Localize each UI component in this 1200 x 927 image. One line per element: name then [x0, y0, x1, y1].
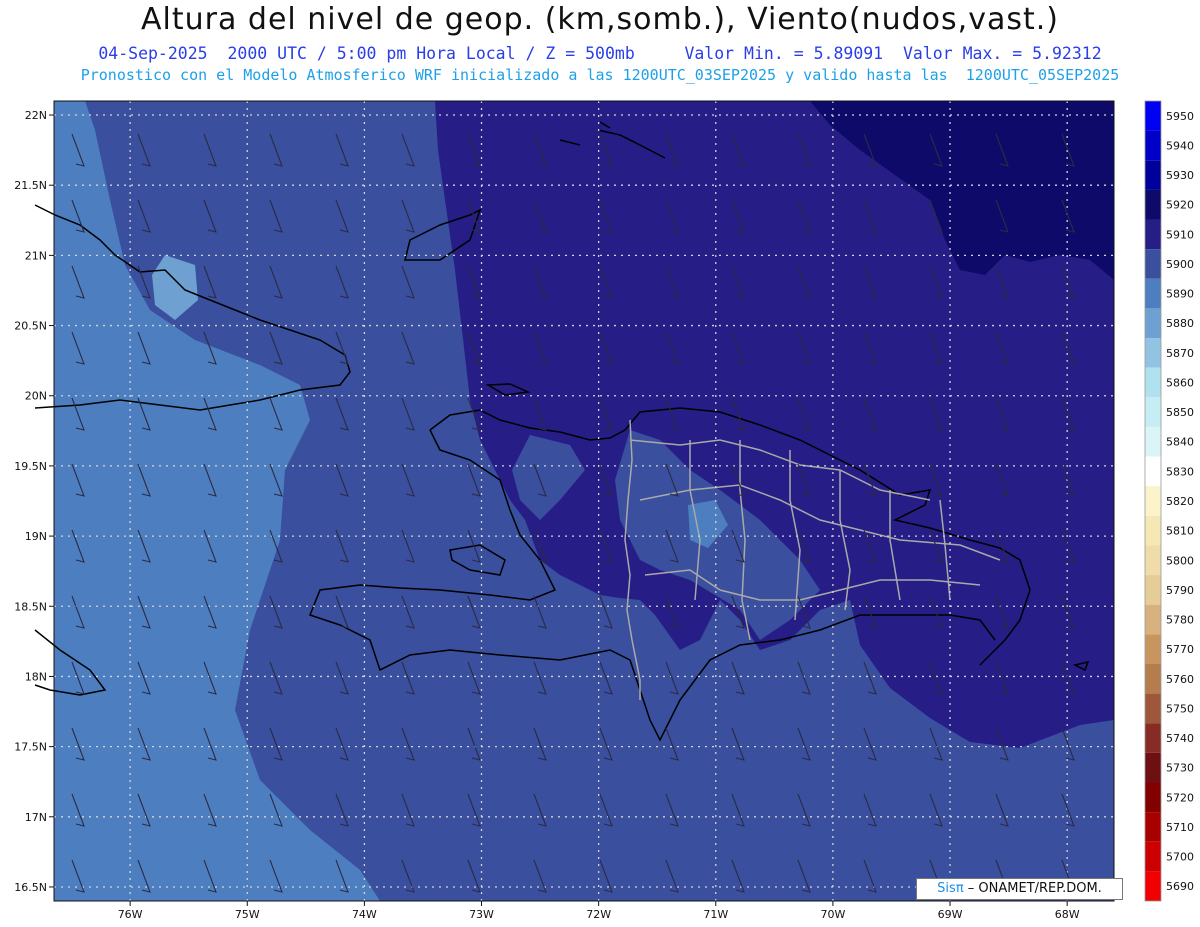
colorbar-swatch — [1145, 219, 1161, 250]
colorbar-label: 5720 — [1166, 791, 1194, 804]
colorbar-label: 5740 — [1166, 732, 1194, 745]
colorbar-swatch — [1145, 426, 1161, 457]
colorbar-swatch — [1145, 604, 1161, 635]
lon-label: 70W — [820, 908, 845, 921]
colorbar-swatch — [1145, 160, 1161, 190]
colorbar-swatch — [1145, 101, 1161, 131]
colorbar-label: 5870 — [1166, 347, 1194, 360]
colorbar-label: 5730 — [1166, 762, 1194, 775]
colorbar-swatch — [1145, 693, 1161, 724]
lat-label: 16.5N — [14, 881, 47, 894]
credit-sis: Sis — [937, 881, 956, 896]
colorbar-label: 5850 — [1166, 406, 1194, 419]
colorbar-swatch — [1145, 782, 1161, 813]
forecast-map: 22N 21.5N 21N 20.5N 20N 19.5N 19N 18.5N 18N 17.5N… — [14, 100, 1194, 921]
lon-label: 68W — [1055, 908, 1080, 921]
colorbar-swatch — [1145, 575, 1161, 605]
colorbar-swatch — [1145, 456, 1161, 487]
colorbar: 5950 5940 5930 5920 5910 5900 5890 5880 5870 5860… — [1144, 100, 1194, 902]
colorbar-swatch — [1145, 308, 1161, 339]
lat-label: 21.5N — [14, 179, 47, 192]
lat-label: 19N — [25, 530, 47, 543]
lat-label: 19.5N — [14, 460, 47, 473]
colorbar-label: 5820 — [1166, 495, 1194, 508]
colorbar-swatch — [1145, 367, 1161, 398]
colorbar-label: 5920 — [1166, 199, 1194, 212]
colorbar-label: 5810 — [1166, 525, 1194, 538]
lat-label: 18N — [25, 670, 47, 683]
colorbar-swatch — [1145, 545, 1161, 576]
colorbar-swatch — [1145, 130, 1161, 161]
colorbar-swatch — [1145, 189, 1161, 220]
longitude-labels: 76W 75W 74W 73W 72W 71W 70W 69W 68W — [118, 901, 1080, 921]
colorbar-label: 5930 — [1166, 169, 1194, 182]
colorbar-swatch — [1145, 871, 1161, 901]
colorbar-swatch — [1145, 812, 1161, 842]
colorbar-swatch — [1145, 723, 1161, 753]
colorbar-label: 5900 — [1166, 258, 1194, 271]
colorbar-swatch — [1145, 841, 1161, 872]
colorbar-label: 5950 — [1166, 110, 1194, 123]
lat-label: 22N — [25, 109, 47, 122]
colorbar-swatch — [1145, 634, 1161, 664]
lon-label: 76W — [118, 908, 143, 921]
colorbar-label: 5770 — [1166, 643, 1194, 656]
colorbar-label: 5940 — [1166, 139, 1194, 152]
colorbar-label: 5790 — [1166, 584, 1194, 597]
colorbar-swatch — [1145, 338, 1161, 368]
colorbar-swatch — [1145, 515, 1161, 546]
lat-label: 21N — [25, 249, 47, 262]
credit-pi: π — [955, 881, 964, 896]
lat-label: 17N — [25, 811, 47, 824]
colorbar-label: 5700 — [1166, 851, 1194, 864]
latitude-labels: 22N 21.5N 21N 20.5N 20N 19.5N 19N 18.5N 18N 17.5N… — [14, 109, 54, 894]
lon-label: 75W — [235, 908, 260, 921]
credit-box: Sisπ – ONAMET/REP.DOM. — [916, 878, 1123, 900]
colorbar-swatch — [1145, 486, 1161, 516]
lon-label: 73W — [469, 908, 494, 921]
colorbar-label: 5840 — [1166, 436, 1194, 449]
colorbar-label: 5890 — [1166, 288, 1194, 301]
plot-area — [54, 101, 1114, 901]
colorbar-swatch — [1145, 752, 1161, 783]
colorbar-label: 5910 — [1166, 228, 1194, 241]
lon-label: 71W — [703, 908, 728, 921]
colorbar-swatch — [1145, 249, 1161, 279]
lon-label: 69W — [938, 908, 963, 921]
lat-label: 20N — [25, 390, 47, 403]
colorbar-label: 5800 — [1166, 554, 1194, 567]
lat-label: 20.5N — [14, 320, 47, 333]
lon-label: 72W — [586, 908, 611, 921]
lat-label: 18.5N — [14, 600, 47, 613]
colorbar-swatch — [1145, 663, 1161, 694]
colorbar-swatch — [1145, 278, 1161, 309]
colorbar-label: 5830 — [1166, 465, 1194, 478]
colorbar-label: 5860 — [1166, 376, 1194, 389]
colorbar-label: 5760 — [1166, 673, 1194, 686]
colorbar-swatch — [1145, 397, 1161, 427]
lat-label: 17.5N — [14, 741, 47, 754]
colorbar-label: 5690 — [1166, 880, 1194, 893]
colorbar-label: 5710 — [1166, 821, 1194, 834]
colorbar-label: 5780 — [1166, 614, 1194, 627]
colorbar-label: 5880 — [1166, 317, 1194, 330]
lon-label: 74W — [352, 908, 377, 921]
colorbar-label: 5750 — [1166, 702, 1194, 715]
credit-org: – ONAMET/REP.DOM. — [967, 881, 1102, 896]
